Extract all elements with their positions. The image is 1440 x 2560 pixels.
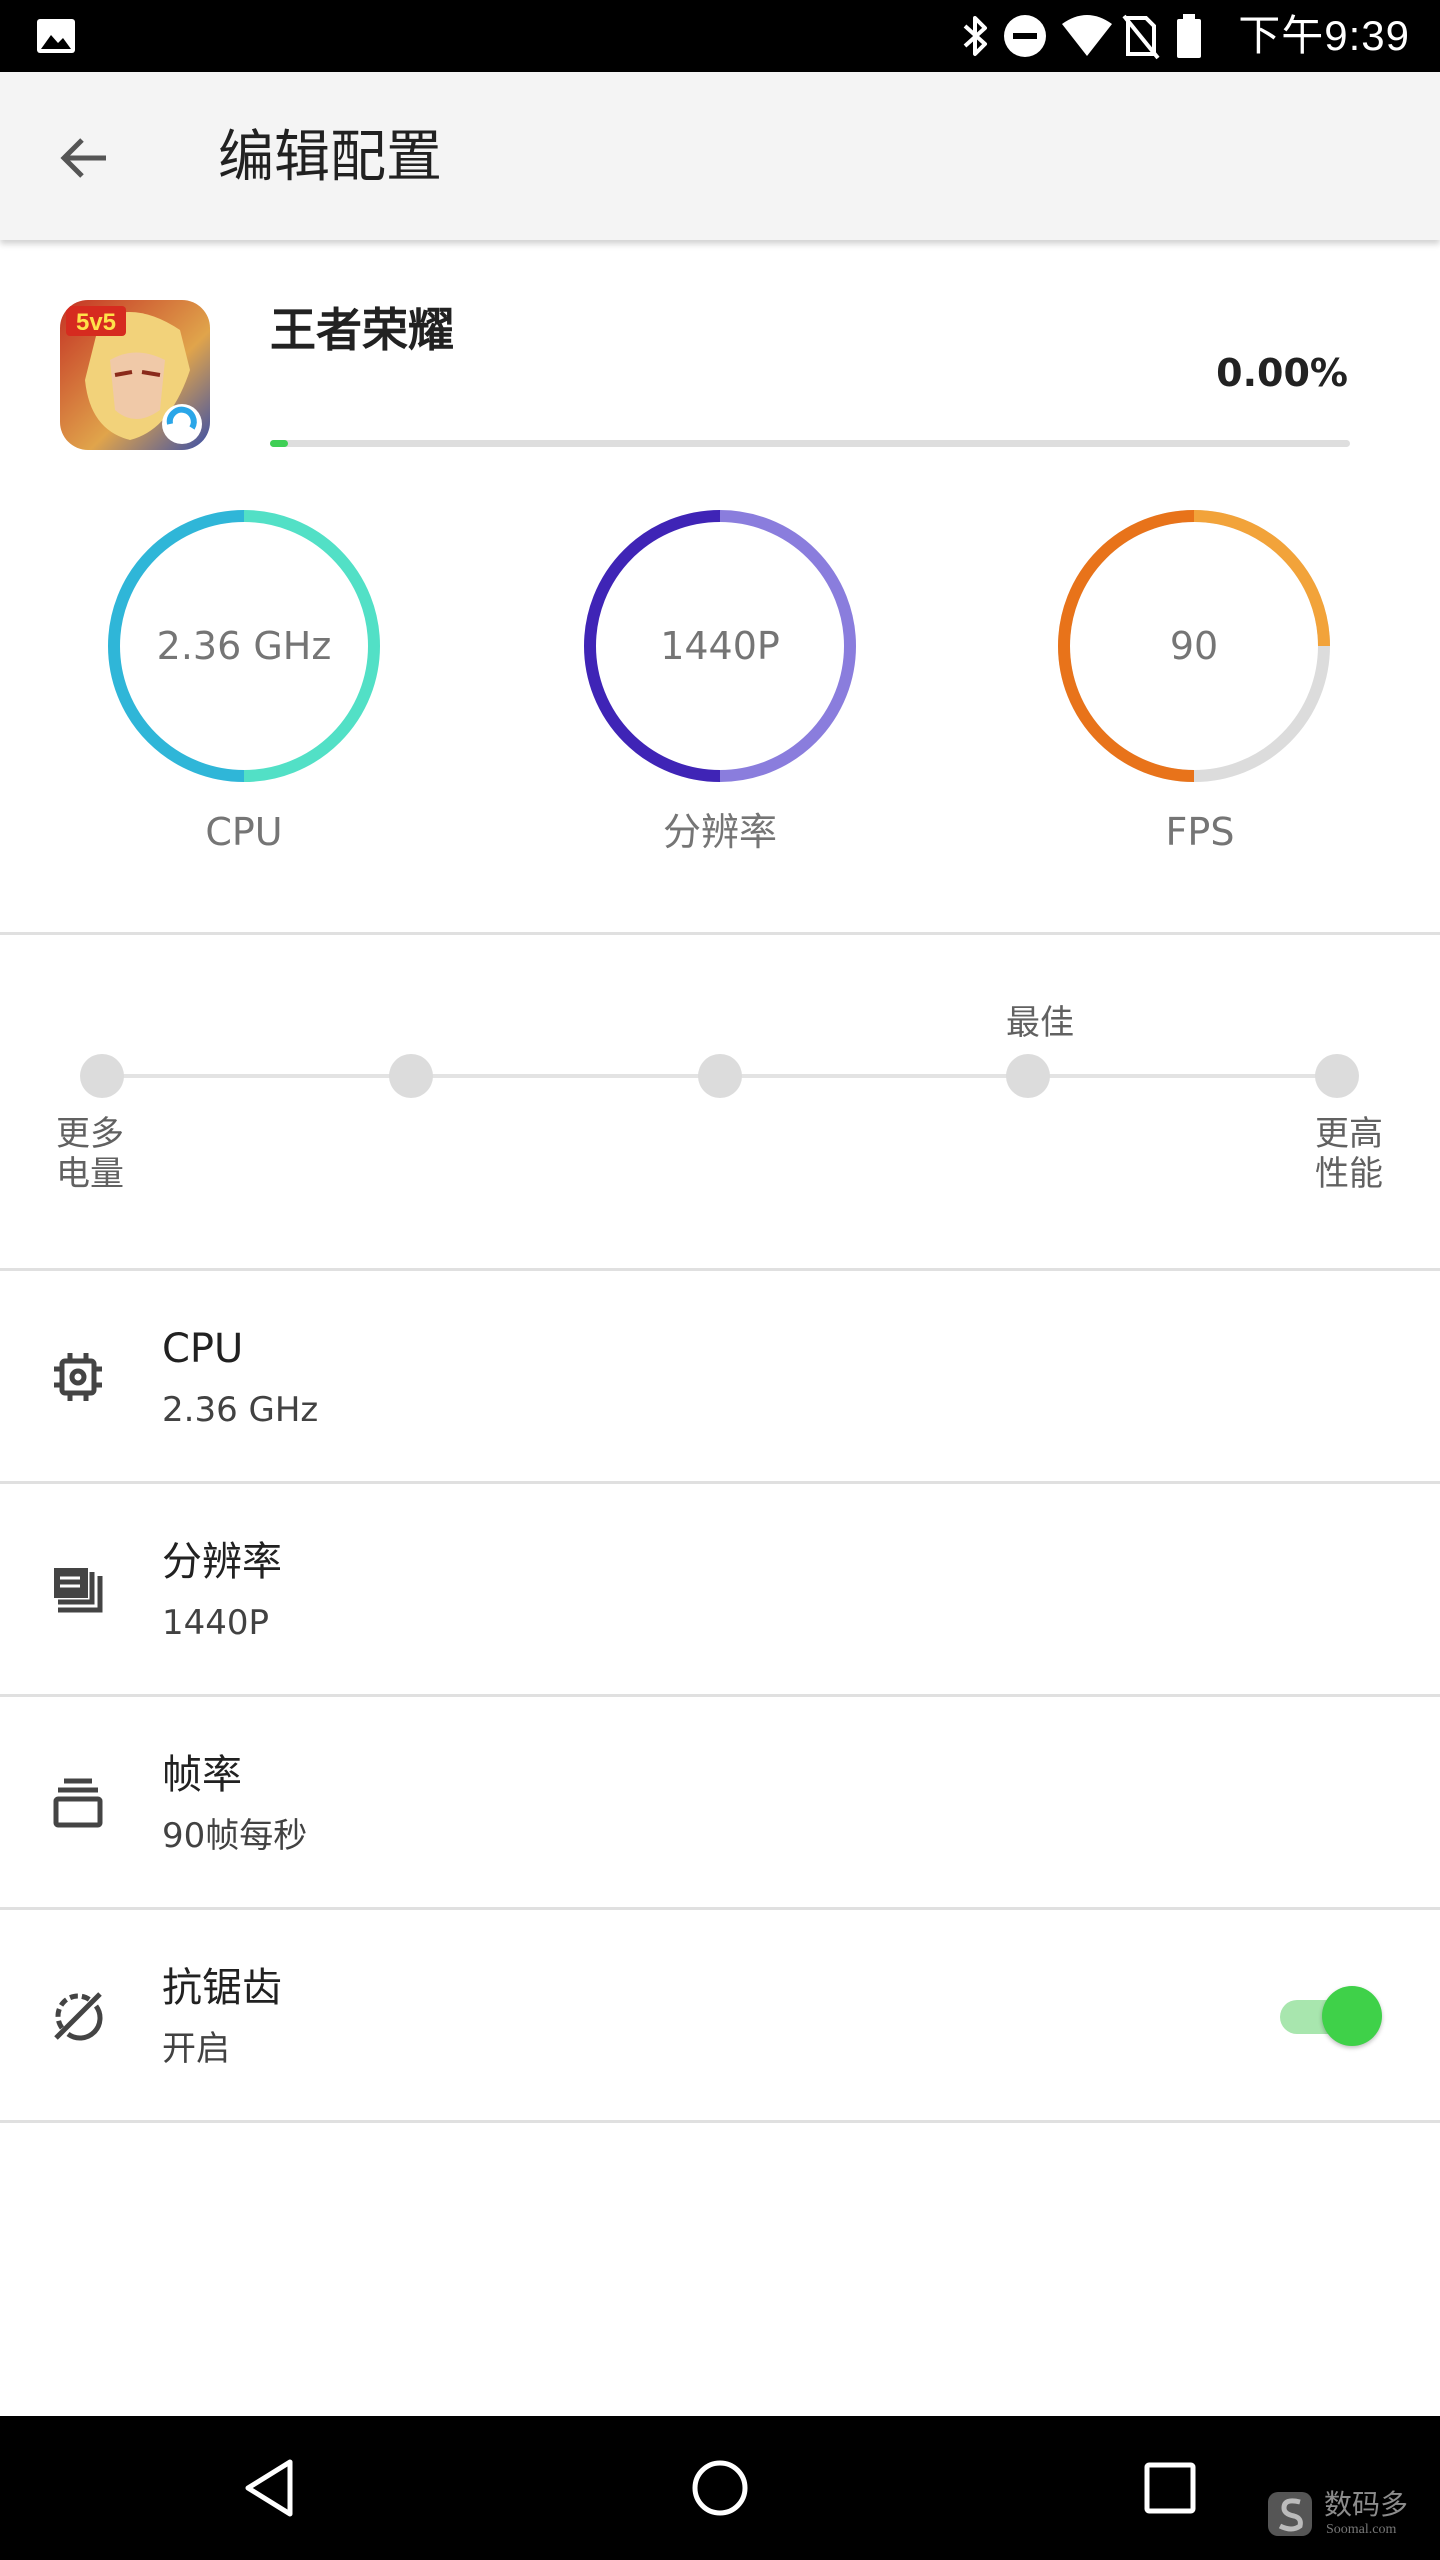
resolution-gauge: 1440P (580, 506, 860, 786)
frame-stack-icon (53, 1778, 103, 1828)
fps-gauge: 90 (1054, 506, 1334, 786)
setting-value: 90帧每秒 (162, 1816, 308, 1856)
slider-stop-1[interactable] (80, 1054, 124, 1098)
slider-stop-3[interactable] (698, 1054, 742, 1098)
nav-recents-icon[interactable] (1138, 2456, 1202, 2520)
game-progress-bar (270, 440, 1350, 447)
battery-icon (1177, 14, 1201, 58)
slider-stop-5[interactable] (1315, 1054, 1359, 1098)
resolution-gauge-label: 分辨率 (662, 810, 777, 854)
navigation-bar (0, 2416, 1440, 2560)
game-icon-badge: 5v5 (76, 309, 116, 336)
nav-home-icon[interactable] (688, 2456, 752, 2520)
game-app-icon: 5v5 (60, 300, 210, 450)
setting-title: 分辨率 (162, 1539, 282, 1585)
watermark-logo-icon (1268, 2492, 1312, 2536)
cpu-gauge: 2.36 GHz (104, 506, 384, 786)
do-not-disturb-icon (1004, 15, 1046, 57)
setting-value: 2.36 GHz (162, 1390, 319, 1430)
cpu-gauge-label: CPU (205, 810, 283, 854)
setting-row-framerate[interactable]: 帧率 90帧每秒 (0, 1697, 1440, 1909)
setting-value: 开启 (162, 2029, 230, 2069)
toggle-knob (1322, 1986, 1382, 2046)
anti-aliasing-icon (54, 1992, 103, 2041)
divider (0, 2120, 1440, 2123)
status-time: 下午9:39 (1238, 12, 1410, 59)
fps-gauge-value: 90 (1169, 624, 1219, 668)
setting-row-resolution[interactable]: 分辨率 1440P (0, 1484, 1440, 1696)
setting-title: CPU (162, 1326, 244, 1372)
game-name: 王者荣耀 (270, 303, 454, 357)
resolution-gauge-value: 1440P (660, 624, 780, 668)
game-progress-fill (270, 440, 288, 447)
cpu-gauge-value: 2.36 GHz (156, 624, 332, 668)
slider-right-label: 更高 性能 (1315, 1114, 1383, 1194)
setting-title: 抗锯齿 (162, 1965, 282, 2011)
antialiasing-toggle[interactable] (1280, 1984, 1382, 2048)
slider-stop-4[interactable] (1006, 1054, 1050, 1098)
fps-gauge-label: FPS (1165, 810, 1235, 854)
bluetooth-icon (963, 16, 987, 56)
slider-left-label: 更多 电量 (56, 1114, 124, 1194)
resolution-layers-icon (54, 1568, 103, 1613)
watermark-text: 数码多 (1324, 2488, 1409, 2521)
slider-best-label: 最佳 (1006, 1003, 1074, 1043)
setting-value: 1440P (162, 1603, 270, 1643)
setting-title: 帧率 (162, 1752, 242, 1798)
watermark-sub: Soomal.com (1326, 2522, 1397, 2537)
page-title: 编辑配置 (218, 125, 442, 190)
wifi-icon (1062, 15, 1112, 56)
game-percent: 0.00% (1216, 351, 1348, 395)
no-sim-icon (1122, 14, 1160, 60)
app-bar: 编辑配置 (0, 72, 1440, 240)
nav-back-icon[interactable] (240, 2456, 304, 2520)
watermark: 数码多 Soomal.com (1264, 2484, 1424, 2544)
setting-row-antialiasing[interactable]: 抗锯齿 开启 (0, 1910, 1440, 2122)
status-bar: 下午9:39 (0, 0, 1440, 72)
slider-stop-2[interactable] (389, 1054, 433, 1098)
gallery-icon (37, 19, 75, 53)
arrow-back-icon[interactable] (56, 130, 112, 186)
setting-row-cpu[interactable]: CPU 2.36 GHz (0, 1271, 1440, 1483)
cpu-chip-icon (54, 1353, 102, 1401)
divider (0, 932, 1440, 935)
